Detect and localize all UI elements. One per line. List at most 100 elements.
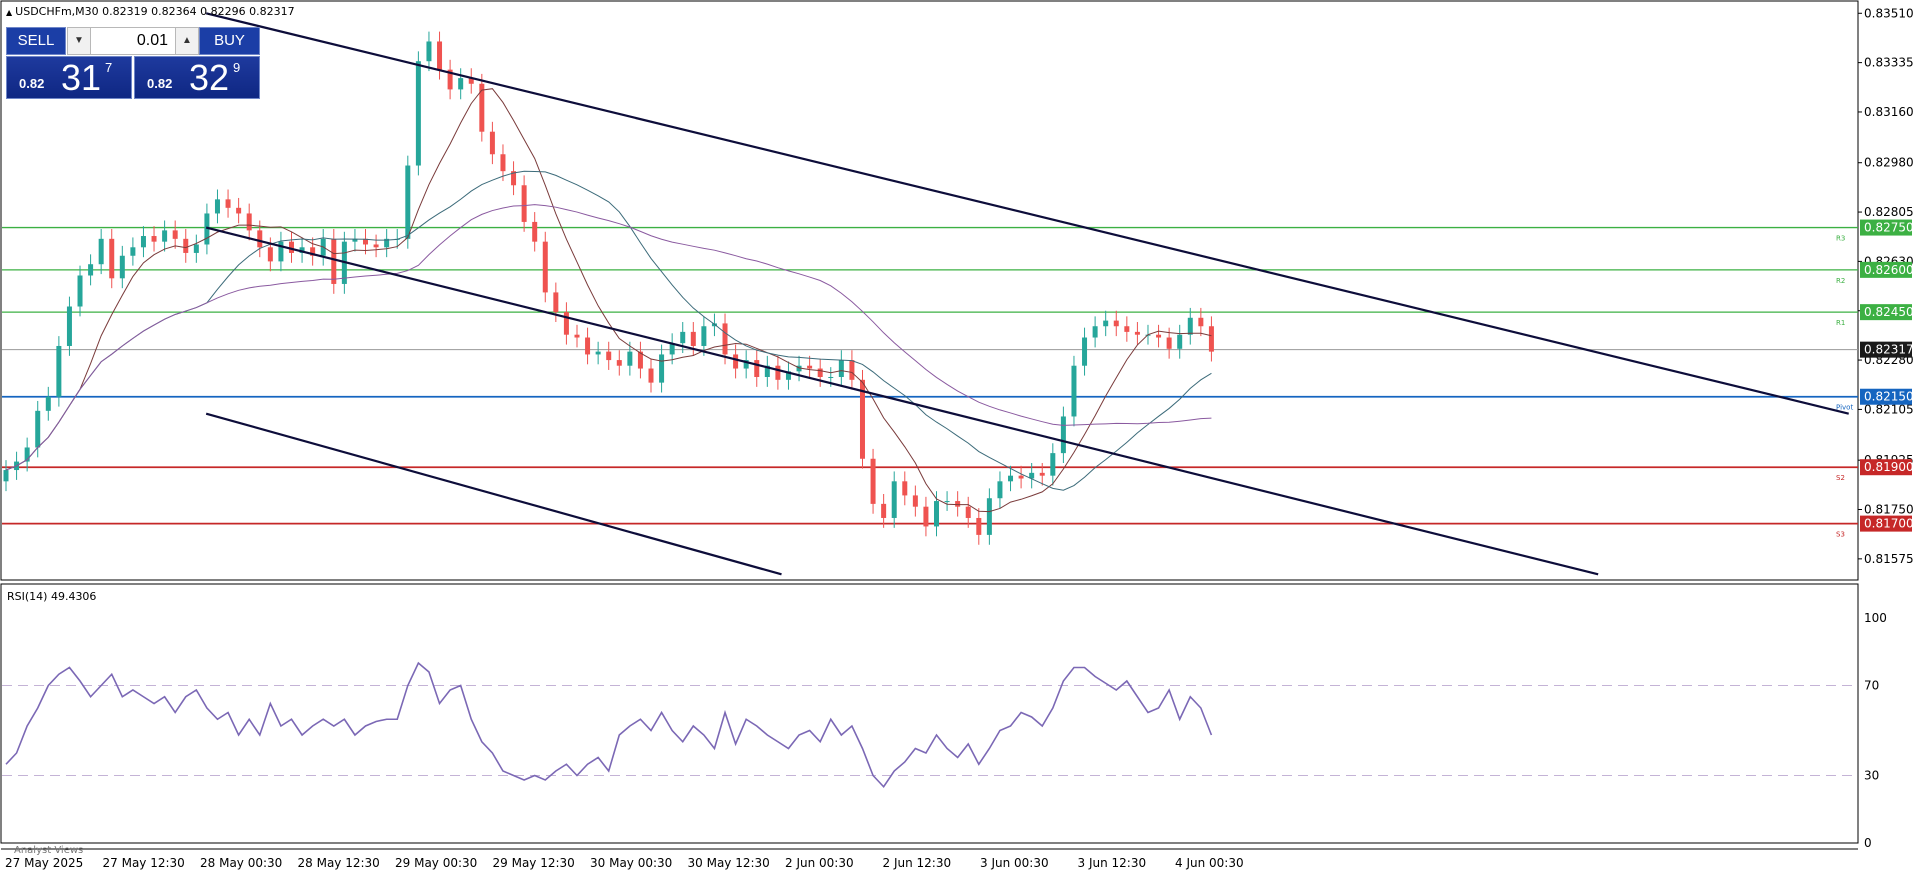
candle-body <box>616 360 622 366</box>
sell-price-sup: 7 <box>105 60 113 75</box>
level-name-s3: S3 <box>1836 531 1845 539</box>
lot-size-stepper[interactable]: ▼ 0.01 ▲ <box>67 27 199 55</box>
candle-body <box>1208 326 1214 352</box>
sell-price-box[interactable]: 0.82 31 7 <box>6 56 132 99</box>
candle-body <box>606 351 612 361</box>
price-tick-label: 0.82980 <box>1864 156 1914 170</box>
sell-button[interactable]: SELL <box>6 27 66 55</box>
candle-body <box>225 199 231 208</box>
candle-body <box>479 83 485 132</box>
candle-body <box>997 481 1003 499</box>
chart-title: ▲ USDCHFm,M30 0.82319 0.82364 0.82296 0.8… <box>6 5 295 18</box>
time-tick-label: 4 Jun 00:30 <box>1175 856 1244 870</box>
candle-body <box>1103 320 1109 327</box>
time-tick-label: 30 May 12:30 <box>688 856 770 870</box>
candle-body <box>976 517 982 535</box>
increase-lot-icon[interactable]: ▲ <box>175 28 198 54</box>
candle-body <box>214 199 220 214</box>
level-label-s3: 0.81700 <box>1864 517 1914 531</box>
candle-body <box>437 41 443 70</box>
price-tick-label: 0.83160 <box>1864 105 1914 119</box>
candle-body <box>3 470 9 482</box>
candle-body <box>701 326 707 346</box>
candle-body <box>77 275 83 307</box>
candle-body <box>934 501 940 527</box>
candle-body <box>109 238 115 279</box>
candle-body <box>1113 320 1119 327</box>
candle-body <box>542 241 548 293</box>
sell-price-prefix: 0.82 <box>19 76 45 91</box>
candle-body <box>426 41 432 62</box>
candle-body <box>183 238 189 253</box>
candle-body <box>236 207 242 214</box>
candle-body <box>35 410 41 448</box>
candle-body <box>986 498 992 535</box>
candle-body <box>1187 317 1193 335</box>
time-tick-label: 29 May 12:30 <box>493 856 575 870</box>
rsi-pane-frame <box>0 583 1859 844</box>
candle-body <box>1134 331 1140 335</box>
level-label-s2: 0.81900 <box>1864 460 1914 474</box>
buy-price-box[interactable]: 0.82 32 9 <box>134 56 260 99</box>
candle-body <box>1092 326 1098 338</box>
candle-body <box>521 185 527 222</box>
candle-body <box>690 331 696 346</box>
candle-body <box>595 351 601 355</box>
candle-body <box>246 213 252 231</box>
time-tick-label: 30 May 00:30 <box>590 856 672 870</box>
candle-body <box>912 495 918 507</box>
candle-body <box>458 78 464 90</box>
candle-body <box>965 506 971 518</box>
candle-body <box>870 458 876 504</box>
candle-body <box>585 337 591 355</box>
candle-body <box>1071 365 1077 417</box>
candle-body <box>151 236 157 242</box>
time-tick-label: 28 May 12:30 <box>298 856 380 870</box>
price-pane-frame <box>0 0 1859 581</box>
candle-body <box>807 365 813 369</box>
candle-body <box>574 334 580 338</box>
candle-body <box>955 501 961 507</box>
collapse-triangle-icon[interactable]: ▲ <box>6 8 12 17</box>
candle-body <box>891 481 897 518</box>
analyst-views-label[interactable]: Analyst Views <box>14 845 83 856</box>
candle-body <box>1060 416 1066 454</box>
candle-body <box>828 376 834 378</box>
price-chart[interactable]: 0.83510 0.83335 0.83160 0.82980 0.82805 0.826… <box>0 0 1916 874</box>
lot-size-input[interactable]: 0.01 <box>92 28 174 54</box>
candle-body <box>659 354 665 383</box>
price-tick-label: 0.81750 <box>1864 503 1914 517</box>
level-name-r2: R2 <box>1836 277 1845 285</box>
candle-body <box>648 368 654 383</box>
candle-body <box>1008 475 1014 482</box>
candle-body <box>405 165 411 239</box>
price-tick-label: 0.81575 <box>1864 552 1914 566</box>
buy-price-prefix: 0.82 <box>147 76 173 91</box>
candle-body <box>45 396 51 411</box>
channel-line-upper <box>205 12 1849 415</box>
current-price-label: 0.82317 <box>1864 343 1914 357</box>
price-tick-label: 0.83510 <box>1864 6 1914 20</box>
channel-line-middle <box>205 226 1599 576</box>
price-tick-label: 0.83335 <box>1864 56 1914 70</box>
candle-body <box>532 221 538 242</box>
candle-body <box>98 238 104 265</box>
candle-body <box>489 131 495 155</box>
rsi-tick-label: 100 <box>1864 611 1887 625</box>
candle-body <box>923 506 929 527</box>
candle-body <box>775 365 781 380</box>
candle-body <box>1050 453 1056 476</box>
candle-body <box>500 154 506 172</box>
candle-body <box>1156 334 1162 338</box>
channel-line-lower <box>205 412 782 576</box>
candle-body <box>944 501 950 503</box>
symbol-info: USDCHFm,M30 0.82319 0.82364 0.82296 0.82… <box>15 5 295 18</box>
buy-button[interactable]: BUY <box>199 27 260 55</box>
candle-body <box>66 306 72 346</box>
decrease-lot-icon[interactable]: ▼ <box>68 28 91 54</box>
sell-price-big: 31 <box>61 57 102 98</box>
candle-body <box>1082 337 1088 366</box>
candle-body <box>1166 337 1172 349</box>
candle-body <box>331 238 337 284</box>
candle-body <box>88 264 94 276</box>
